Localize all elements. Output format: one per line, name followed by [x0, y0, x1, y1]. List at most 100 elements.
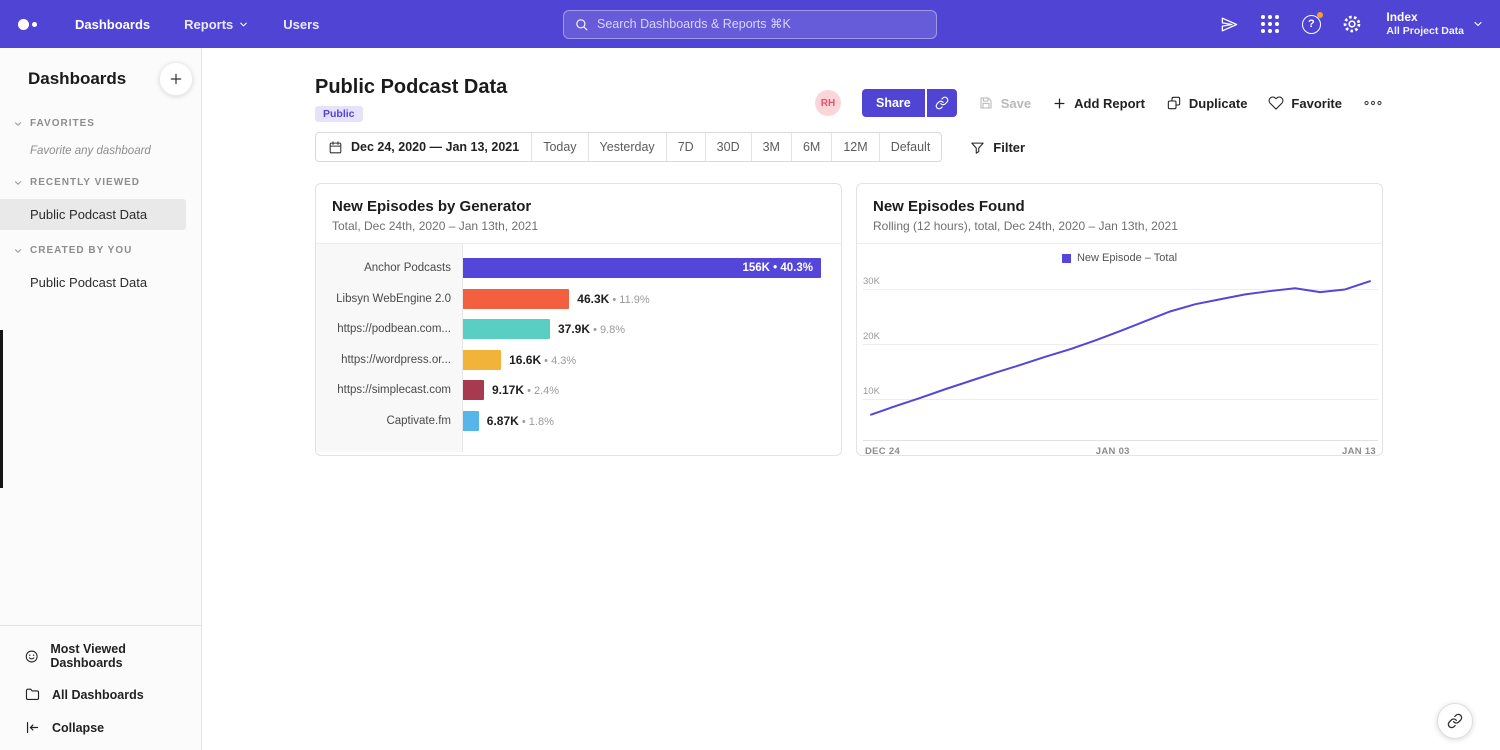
bar-area: 16.6K • 4.3%: [463, 350, 841, 370]
add-report-button[interactable]: Add Report: [1052, 96, 1145, 111]
date-toolbar: Dec 24, 2020 — Jan 13, 2021 TodayYesterd…: [315, 132, 1383, 162]
section-label: CREATED BY YOU: [30, 245, 132, 256]
collapse-icon: [24, 719, 41, 736]
bar-value-label: 37.9K • 9.8%: [558, 322, 625, 336]
duplicate-button[interactable]: Duplicate: [1166, 95, 1248, 111]
favorite-button[interactable]: Favorite: [1268, 95, 1342, 111]
project-scope: All Project Data: [1386, 25, 1464, 38]
preset-30d[interactable]: 30D: [705, 133, 751, 161]
all-dashboards[interactable]: All Dashboards: [0, 678, 201, 711]
legend-label: New Episode – Total: [1077, 252, 1177, 264]
chart-legend: New Episode – Total: [857, 244, 1382, 264]
public-badge: Public: [315, 106, 363, 122]
filter-label: Filter: [993, 140, 1025, 155]
nav-reports-label: Reports: [184, 17, 233, 32]
filter-button[interactable]: Filter: [970, 140, 1025, 155]
bar-segment[interactable]: [463, 380, 484, 400]
help-icon[interactable]: ?: [1298, 11, 1324, 37]
bar-category-label: https://podbean.com...: [316, 323, 463, 335]
add-report-label: Add Report: [1074, 96, 1145, 111]
x-axis-tick: JAN 03: [1096, 446, 1130, 456]
line-plot-area[interactable]: 30K 20K 10K: [863, 269, 1378, 441]
line-chart-card: New Episodes Found Rolling (12 hours), t…: [856, 183, 1383, 456]
send-icon[interactable]: [1216, 11, 1242, 37]
bar-category-label: https://wordpress.or...: [316, 354, 463, 366]
bar-chart-card: New Episodes by Generator Total, Dec 24t…: [315, 183, 842, 456]
share-link-button[interactable]: [927, 89, 957, 117]
plus-icon: [168, 71, 184, 87]
card-title: New Episodes Found: [873, 198, 1366, 215]
avatar[interactable]: RH: [815, 90, 841, 116]
section-created-by-you[interactable]: CREATED BY YOU: [0, 233, 201, 264]
nav-dashboards[interactable]: Dashboards: [75, 17, 150, 32]
link-icon: [1447, 713, 1463, 729]
bar-category-label: https://simplecast.com: [316, 384, 463, 396]
date-range-group: Dec 24, 2020 — Jan 13, 2021 TodayYesterd…: [315, 132, 942, 162]
sidebar: Dashboards FAVORITES Favorite any dashbo…: [0, 48, 202, 750]
main-content: Public Podcast Data Public RH Share: [202, 48, 1500, 750]
preset-today[interactable]: Today: [531, 133, 587, 161]
app-logo[interactable]: [18, 19, 37, 30]
date-range-picker[interactable]: Dec 24, 2020 — Jan 13, 2021: [316, 133, 531, 161]
share-link-fab[interactable]: [1437, 703, 1473, 739]
bar-segment[interactable]: [463, 289, 569, 309]
x-axis: DEC 24 JAN 03 JAN 13: [863, 446, 1378, 456]
section-recently-viewed[interactable]: RECENTLY VIEWED: [0, 165, 201, 196]
bar-row: https://simplecast.com9.17K • 2.4%: [316, 375, 841, 406]
left-edge-artifact: [0, 330, 3, 488]
search-bar[interactable]: [563, 10, 937, 39]
favorites-empty-text: Favorite any dashboard: [0, 137, 201, 165]
date-presets: TodayYesterday7D30D3M6M12MDefault: [531, 133, 941, 161]
footer-item-label: Most Viewed Dashboards: [50, 642, 187, 670]
preset-12m[interactable]: 12M: [831, 133, 878, 161]
save-button[interactable]: Save: [978, 95, 1031, 111]
bar-pct-label: • 1.8%: [519, 416, 554, 428]
search-input[interactable]: [597, 17, 926, 31]
sidebar-item-public-podcast-data[interactable]: Public Podcast Data: [0, 199, 186, 230]
footer-item-label: All Dashboards: [52, 688, 144, 702]
line-series[interactable]: [871, 281, 1370, 414]
bar-area: 46.3K • 11.9%: [463, 289, 841, 309]
apps-grid-icon[interactable]: [1257, 11, 1283, 37]
preset-6m[interactable]: 6M: [791, 133, 831, 161]
date-range-text: Dec 24, 2020 — Jan 13, 2021: [351, 140, 519, 154]
section-favorites[interactable]: FAVORITES: [0, 106, 201, 137]
collapse-sidebar[interactable]: Collapse: [0, 711, 201, 744]
sidebar-item-public-podcast-data[interactable]: Public Podcast Data: [0, 267, 201, 298]
chevron-down-icon: [238, 19, 249, 30]
project-switcher[interactable]: Index All Project Data: [1386, 10, 1484, 38]
preset-7d[interactable]: 7D: [666, 133, 705, 161]
nav-users[interactable]: Users: [283, 17, 319, 32]
page-title: Public Podcast Data: [315, 76, 507, 99]
bar-pct-label: • 4.3%: [541, 355, 576, 367]
add-dashboard-button[interactable]: [159, 62, 193, 96]
preset-yesterday[interactable]: Yesterday: [588, 133, 666, 161]
section-label: RECENTLY VIEWED: [30, 177, 140, 188]
card-title: New Episodes by Generator: [332, 198, 825, 215]
bar-pct-label: • 2.4%: [524, 385, 559, 397]
bar-segment[interactable]: [463, 319, 550, 339]
calendar-icon: [328, 140, 343, 155]
bar-segment[interactable]: [463, 350, 501, 370]
preset-3m[interactable]: 3M: [751, 133, 791, 161]
bar-category-label: Captivate.fm: [316, 415, 463, 427]
top-nav: Dashboards Reports Users: [75, 17, 319, 32]
bar-segment[interactable]: [463, 411, 479, 431]
duplicate-label: Duplicate: [1189, 96, 1248, 111]
notification-dot: [1317, 12, 1323, 18]
bar-value-label: 46.3K • 11.9%: [577, 292, 649, 306]
project-name: Index: [1386, 10, 1464, 25]
bar-row: Libsyn WebEngine 2.046.3K • 11.9%: [316, 284, 841, 315]
bar-pct-label: • 11.9%: [609, 294, 649, 306]
more-options-button[interactable]: [1363, 96, 1383, 110]
card-subtitle: Rolling (12 hours), total, Dec 24th, 202…: [873, 219, 1366, 233]
line-chart: New Episode – Total 30K 20K 10K DEC 24 J…: [857, 244, 1382, 452]
preset-default[interactable]: Default: [879, 133, 942, 161]
bar-segment[interactable]: 156K • 40.3%: [463, 258, 821, 278]
nav-reports[interactable]: Reports: [184, 17, 249, 32]
most-viewed-dashboards[interactable]: Most Viewed Dashboards: [0, 634, 201, 678]
settings-gear-icon[interactable]: [1339, 11, 1365, 37]
bar-area: 6.87K • 1.8%: [463, 411, 841, 431]
topbar: Dashboards Reports Users ?: [0, 0, 1500, 48]
share-button[interactable]: Share: [862, 89, 925, 117]
